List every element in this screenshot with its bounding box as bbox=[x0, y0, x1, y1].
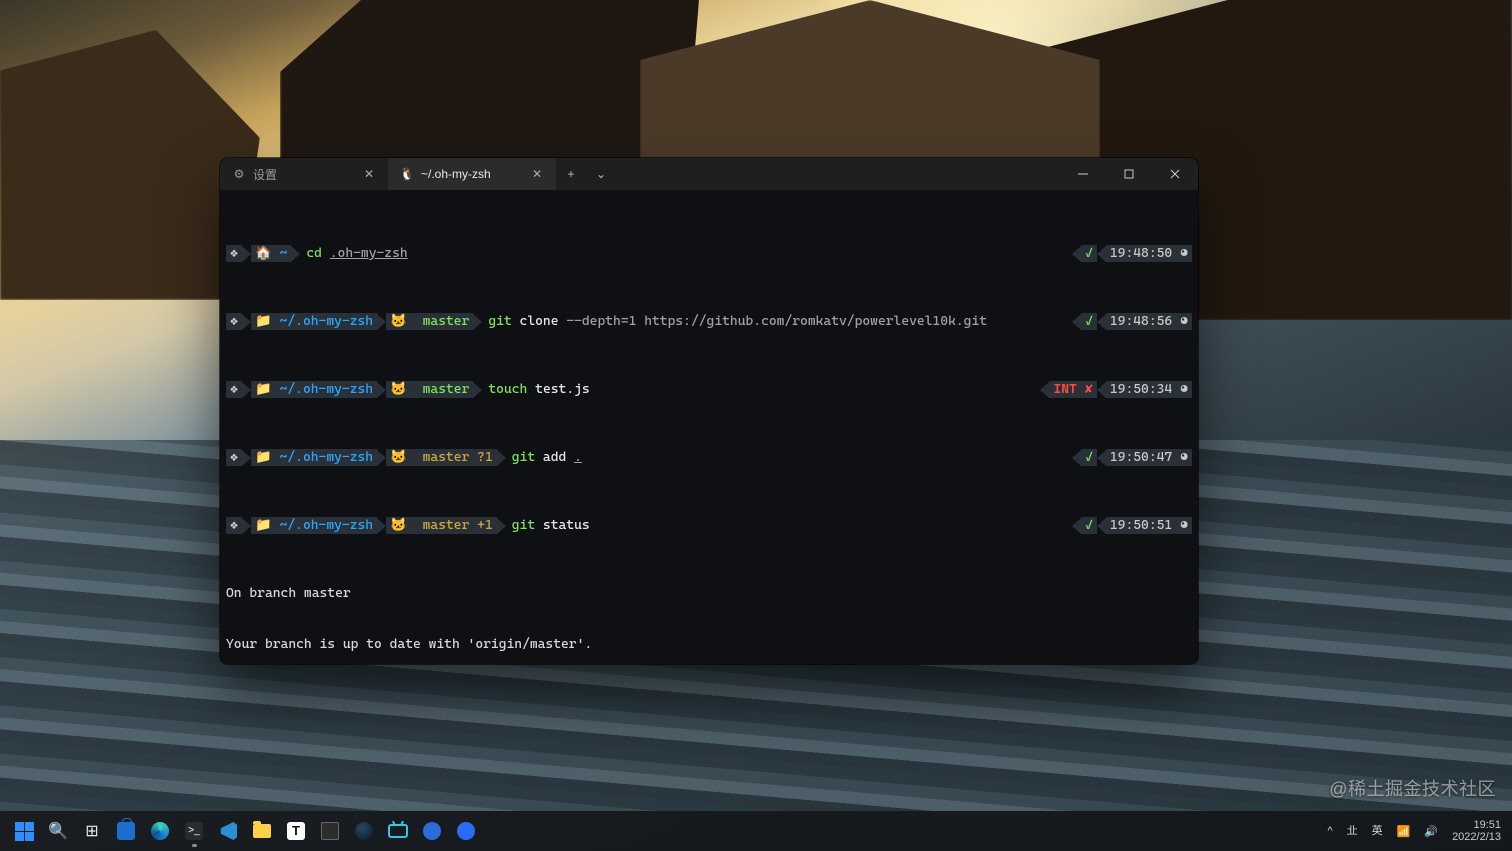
epic-icon bbox=[321, 822, 339, 840]
bilibili-icon bbox=[388, 824, 408, 838]
os-icon: ❖ bbox=[226, 245, 242, 262]
tab-title: 设置 bbox=[253, 166, 353, 183]
tray-date: 2022/2/13 bbox=[1452, 831, 1501, 843]
clock-button[interactable]: 19:512022/2/13 bbox=[1449, 815, 1504, 847]
terminal-button[interactable]: >_ bbox=[178, 815, 210, 847]
edge-icon bbox=[151, 822, 169, 840]
status-error-text: INT bbox=[1049, 381, 1080, 398]
status-ok-icon: ✓ bbox=[1081, 245, 1097, 262]
steam-button[interactable] bbox=[348, 815, 380, 847]
prompt-line: ❖ 📁~/.oh-my-zsh 🐱master touch test.js IN… bbox=[226, 381, 1192, 398]
wifi-button[interactable]: 📶 bbox=[1394, 815, 1414, 847]
prompt-line: ❖ 🏠 ~ cd .oh-my-zsh ✓ 19:48:50◕ bbox=[226, 245, 1192, 262]
system-tray: ^ 㐀 英 📶 🔊 19:512022/2/13 bbox=[1324, 815, 1504, 847]
vscode-icon bbox=[219, 822, 237, 840]
tray-overflow-button[interactable]: ^ bbox=[1324, 815, 1335, 847]
titlebar: ⚙ 设置 ✕ 🐧 ~/.oh-my-zsh ✕ + ⌄ bbox=[220, 158, 1198, 190]
windows-logo-icon bbox=[15, 822, 34, 841]
typora-icon: T bbox=[287, 822, 305, 840]
folder-icon: 🏠 bbox=[251, 245, 276, 262]
bilibili-button[interactable] bbox=[382, 815, 414, 847]
typora-button[interactable]: T bbox=[280, 815, 312, 847]
chevron-up-icon: ^ bbox=[1327, 825, 1332, 837]
tab-close-button[interactable]: ✕ bbox=[360, 165, 378, 183]
output-line: On branch master bbox=[226, 585, 1192, 602]
store-button[interactable] bbox=[110, 815, 142, 847]
tab-ohmyzsh[interactable]: 🐧 ~/.oh-my-zsh ✕ bbox=[388, 158, 556, 190]
status-error-icon: ✘ bbox=[1081, 381, 1097, 398]
close-button[interactable] bbox=[1152, 158, 1198, 190]
gear-icon: ⚙ bbox=[232, 167, 246, 181]
start-button[interactable] bbox=[8, 815, 40, 847]
search-button[interactable]: 🔍 bbox=[42, 815, 74, 847]
timestamp: 19:48:50 bbox=[1106, 245, 1176, 262]
steam-icon bbox=[355, 822, 373, 840]
terminal-window: ⚙ 设置 ✕ 🐧 ~/.oh-my-zsh ✕ + ⌄ ❖ 🏠 ~ cd .oh… bbox=[220, 158, 1198, 664]
terminal-icon: >_ bbox=[185, 822, 203, 840]
ime-lang-indicator[interactable]: 英 bbox=[1369, 815, 1386, 847]
minimize-button[interactable] bbox=[1060, 158, 1106, 190]
epic-button[interactable] bbox=[314, 815, 346, 847]
output-line: Your branch is up to date with 'origin/m… bbox=[226, 636, 1192, 653]
prompt-line: ❖ 📁~/.oh-my-zsh 🐱master ?1 git add . ✓ 1… bbox=[226, 449, 1192, 466]
new-tab-button[interactable]: + bbox=[556, 158, 586, 190]
taskbar-items: 🔍 ⊞ >_ T bbox=[8, 815, 482, 847]
clock-icon: ◕ bbox=[1176, 245, 1192, 262]
edge-button[interactable] bbox=[144, 815, 176, 847]
watermark: @稀土掘金技术社区 bbox=[1329, 775, 1496, 801]
tray-time: 19:51 bbox=[1473, 819, 1501, 831]
tux-icon: 🐧 bbox=[400, 167, 414, 181]
teamspeak-button[interactable] bbox=[416, 815, 448, 847]
folder-icon bbox=[253, 824, 271, 838]
tab-dropdown-button[interactable]: ⌄ bbox=[586, 158, 616, 190]
taskview-icon: ⊞ bbox=[81, 820, 103, 842]
wifi-icon: 📶 bbox=[1397, 825, 1411, 838]
todesk-icon bbox=[457, 822, 475, 840]
cwd: ~ bbox=[276, 245, 292, 262]
terminal-body[interactable]: ❖ 🏠 ~ cd .oh-my-zsh ✓ 19:48:50◕ ❖ 📁~/.oh… bbox=[220, 190, 1198, 664]
taskbar: 🔍 ⊞ >_ T ^ 㐀 英 📶 🔊 19:512022/2/13 bbox=[0, 811, 1512, 851]
todesk-button[interactable] bbox=[450, 815, 482, 847]
prompt-line: ❖ 📁~/.oh-my-zsh 🐱master git clone --dept… bbox=[226, 313, 1192, 330]
command: cd bbox=[306, 245, 322, 262]
maximize-button[interactable] bbox=[1106, 158, 1152, 190]
tab-title: ~/.oh-my-zsh bbox=[421, 167, 521, 181]
explorer-button[interactable] bbox=[246, 815, 278, 847]
teamspeak-icon bbox=[423, 822, 441, 840]
tab-settings[interactable]: ⚙ 设置 ✕ bbox=[220, 158, 388, 190]
search-icon: 🔍 bbox=[47, 820, 69, 842]
store-icon bbox=[117, 822, 135, 840]
ime-indicator[interactable]: 㐀 bbox=[1344, 815, 1361, 847]
taskview-button[interactable]: ⊞ bbox=[76, 815, 108, 847]
tab-close-button[interactable]: ✕ bbox=[528, 165, 546, 183]
vscode-button[interactable] bbox=[212, 815, 244, 847]
git-branch: master bbox=[419, 313, 474, 330]
volume-icon: 🔊 bbox=[1424, 825, 1438, 838]
prompt-line: ❖ 📁~/.oh-my-zsh 🐱master +1 git status ✓ … bbox=[226, 517, 1192, 534]
volume-button[interactable]: 🔊 bbox=[1421, 815, 1441, 847]
git-icon: 🐱 bbox=[386, 313, 411, 330]
